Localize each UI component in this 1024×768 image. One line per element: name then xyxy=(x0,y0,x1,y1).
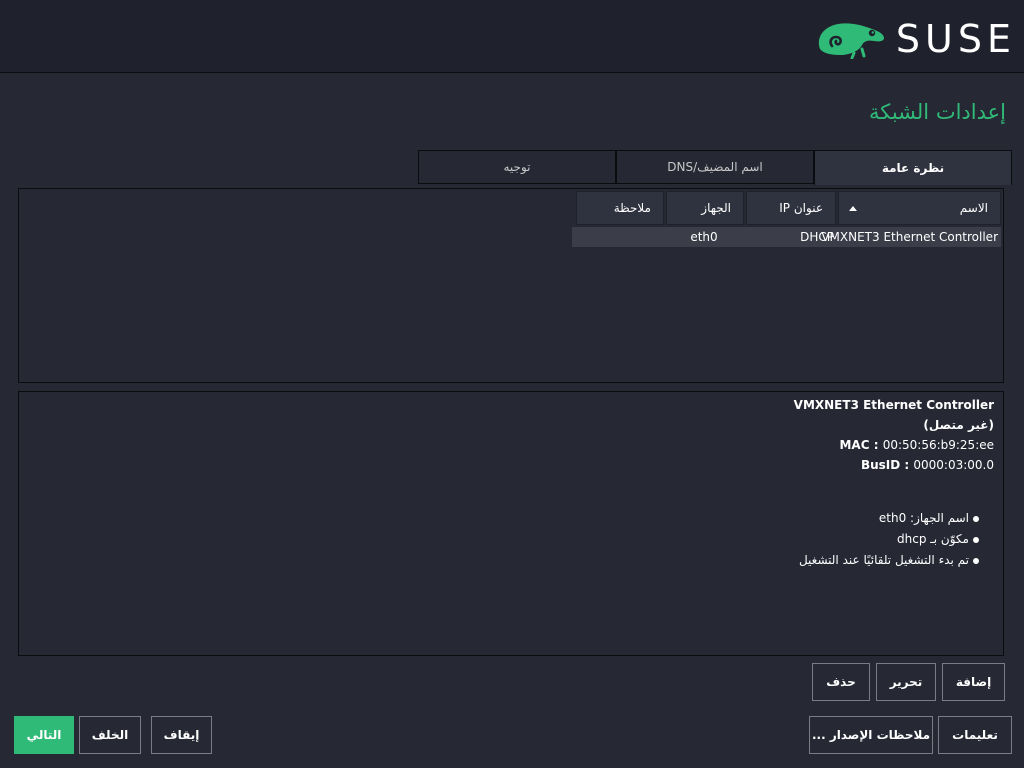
help-button[interactable]: تعليمات xyxy=(938,716,1012,754)
interface-details: VMXNET3 Ethernet Controller (غير متصل) M… xyxy=(18,391,1004,656)
column-header-ip[interactable]: عنوان IP xyxy=(746,191,836,225)
suse-chameleon-icon xyxy=(818,23,884,59)
list-item: اسم الجهاز: eth0 xyxy=(799,511,980,532)
release-notes-button[interactable]: ملاحظات الإصدار ... xyxy=(809,716,933,754)
column-header-name[interactable]: الاسم xyxy=(838,191,1001,225)
column-header-note[interactable]: ملاحظة xyxy=(576,191,664,225)
edit-button[interactable]: تحرير xyxy=(876,663,936,701)
tab-routing[interactable]: توجيه xyxy=(418,150,616,184)
brand-name: SUSE xyxy=(895,17,1016,61)
interfaces-table: الاسم عنوان IP الجهاز ملاحظة VMXNET3 Eth… xyxy=(18,188,1004,383)
detail-bullets: اسم الجهاز: eth0 مكوّن بـ dhcp تم بدء ال… xyxy=(799,511,980,574)
detail-status: (غير متصل) xyxy=(923,418,994,432)
table-header: الاسم عنوان IP الجهاز ملاحظة xyxy=(576,191,1001,225)
top-bar: SUSE xyxy=(0,0,1024,73)
list-item: تم بدء التشغيل تلقائيًا عند التشغيل xyxy=(799,553,980,574)
abort-button[interactable]: إيقاف xyxy=(151,716,212,754)
cell-name: VMXNET3 Ethernet Controller xyxy=(821,230,998,244)
list-item: مكوّن بـ dhcp xyxy=(799,532,980,553)
column-header-device[interactable]: الجهاز xyxy=(666,191,744,225)
suse-logo: SUSE xyxy=(814,17,1016,61)
add-button[interactable]: إضافة xyxy=(942,663,1005,701)
cell-device: eth0 xyxy=(690,230,718,244)
sort-ascending-icon xyxy=(849,206,857,211)
tab-overview[interactable]: نظرة عامة xyxy=(814,150,1012,185)
detail-title: VMXNET3 Ethernet Controller xyxy=(793,398,994,412)
delete-button[interactable]: حذف xyxy=(812,663,870,701)
table-row[interactable]: VMXNET3 Ethernet Controller DHCP eth0 xyxy=(572,227,1001,247)
next-button[interactable]: التالي xyxy=(14,716,74,754)
tab-hostname-dns[interactable]: اسم المضيف/DNS xyxy=(616,150,814,184)
back-button[interactable]: الخلف xyxy=(79,716,141,754)
tab-bar: نظرة عامة اسم المضيف/DNS توجيه xyxy=(418,150,1012,185)
detail-mac: MAC : 00:50:56:b9:25:ee xyxy=(839,438,994,452)
page-title: إعدادات الشبكة xyxy=(868,100,1006,124)
cell-ip: DHCP xyxy=(800,230,834,244)
detail-busid: BusID : 0000:03:00.0 xyxy=(860,458,994,472)
